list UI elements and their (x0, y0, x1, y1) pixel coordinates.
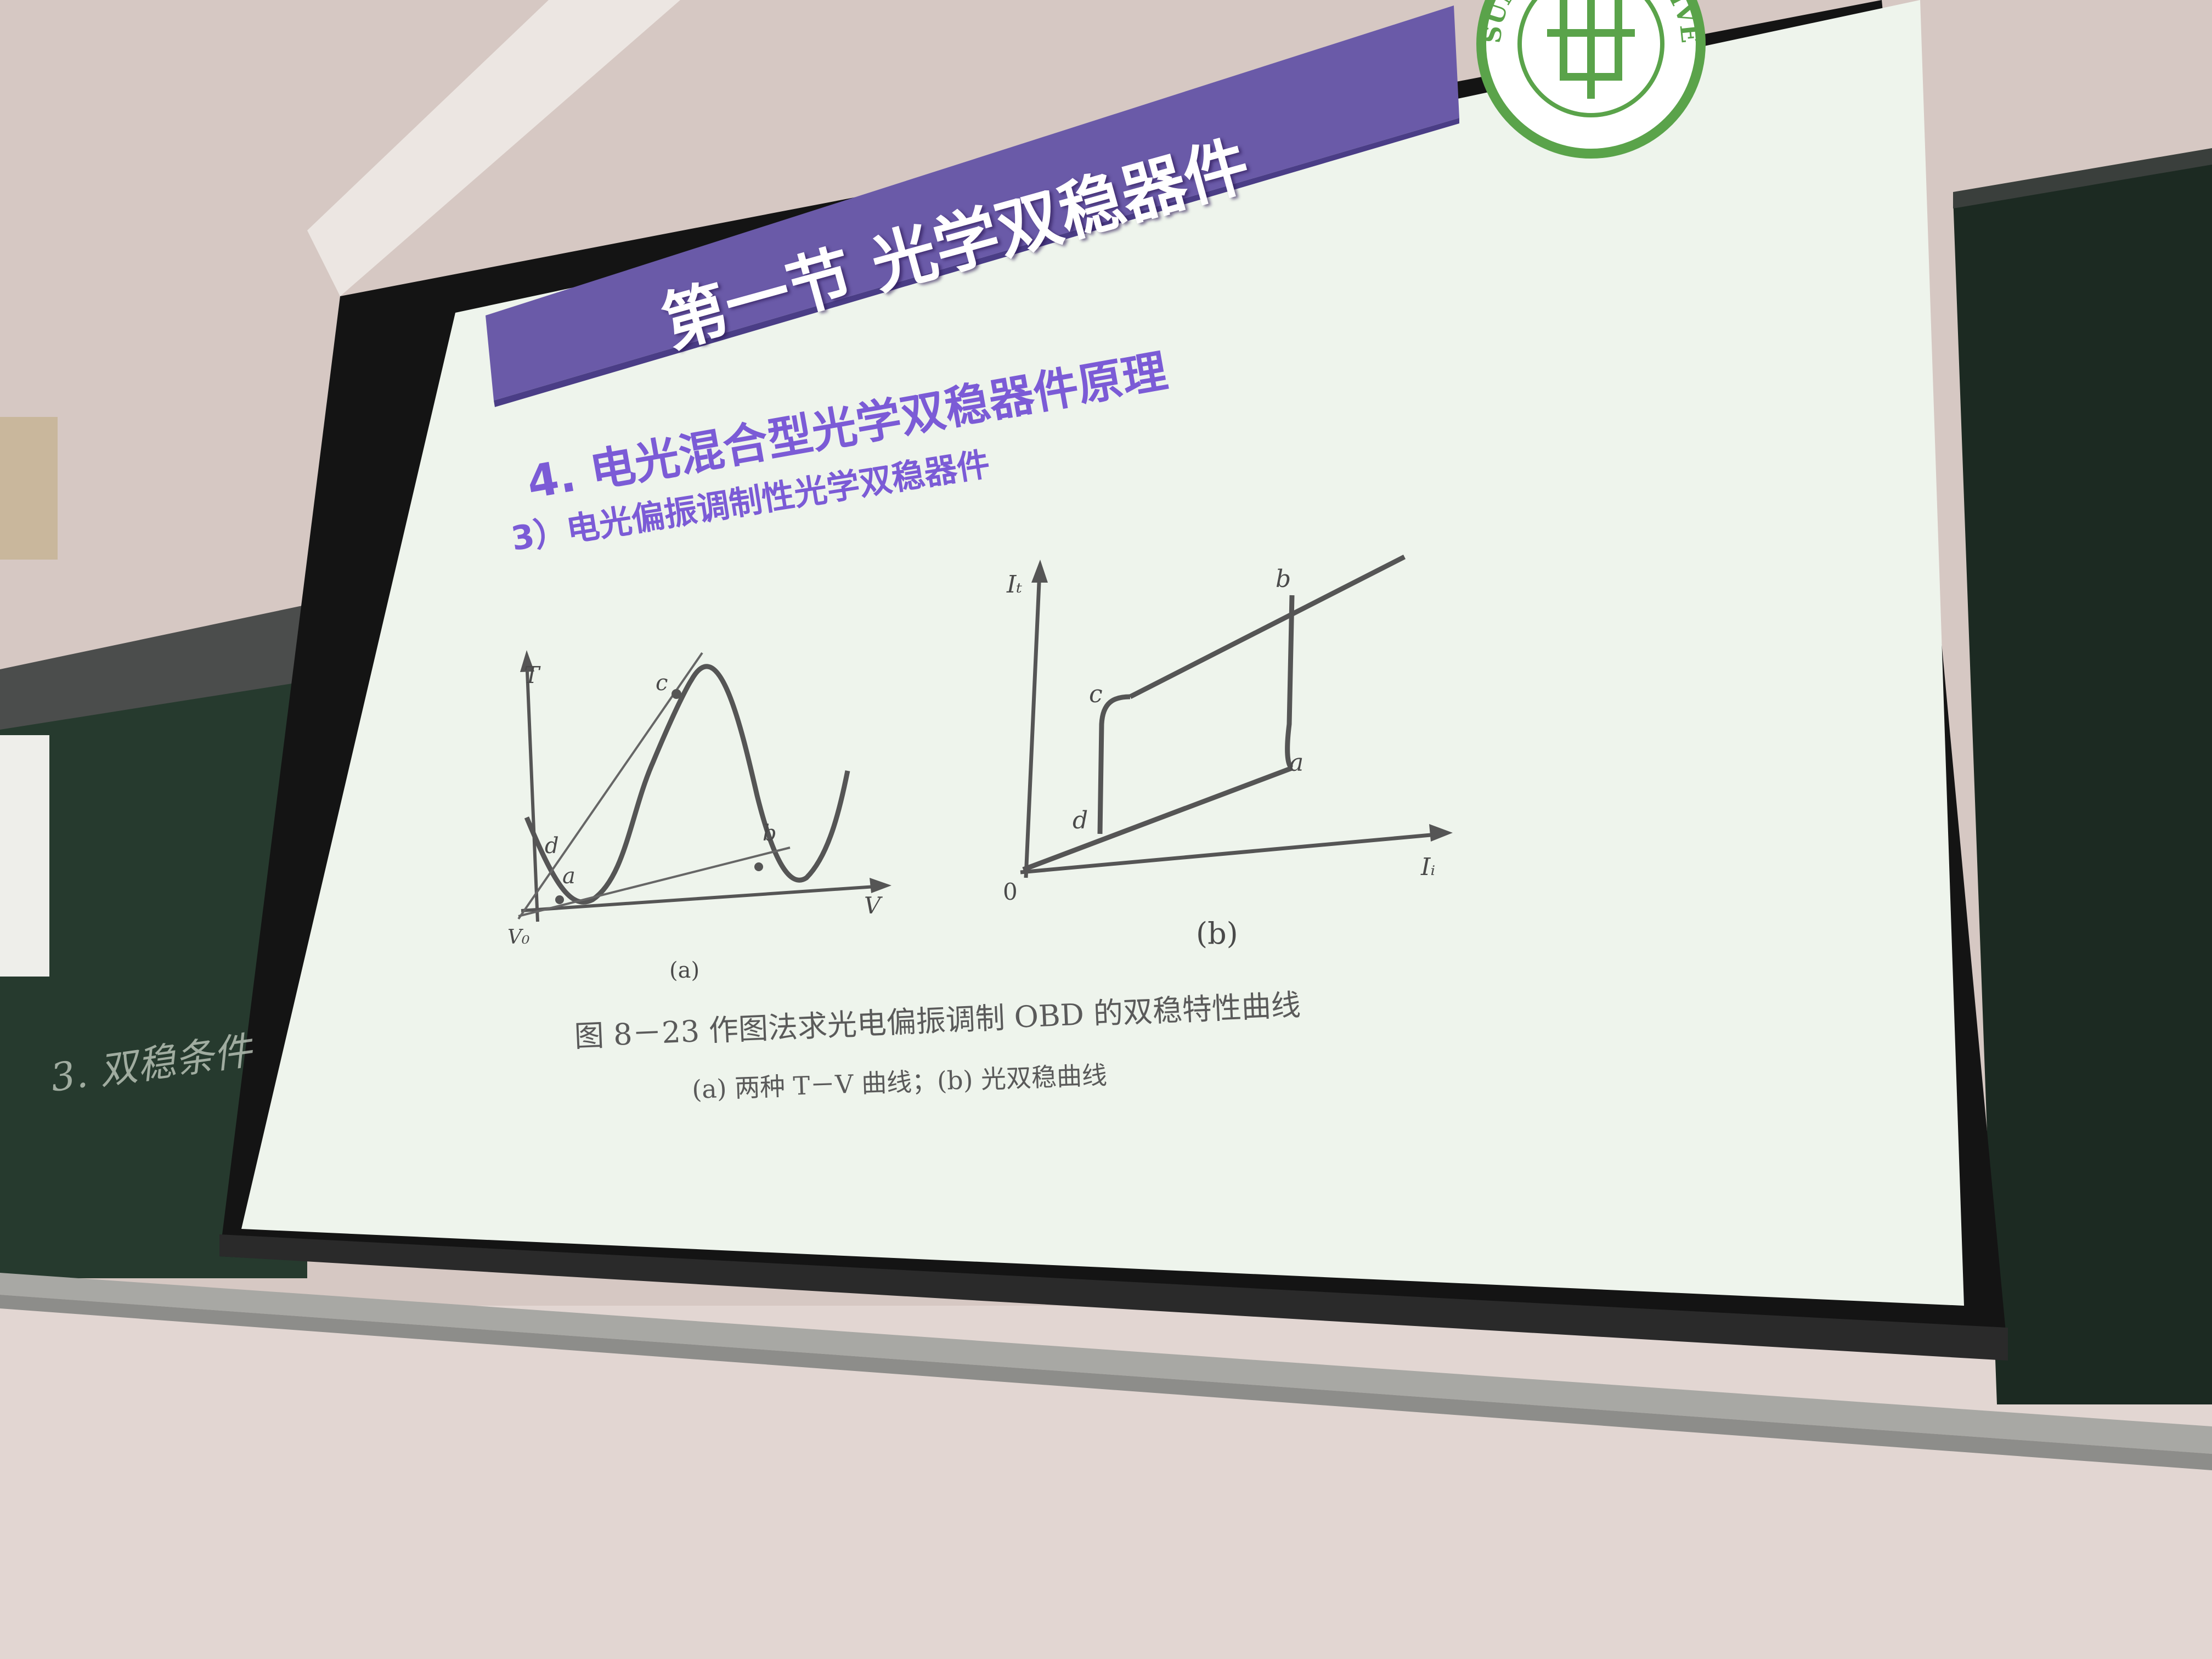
panel-a-point-b (754, 862, 763, 871)
panel-a-point-a-label: a (562, 864, 575, 889)
panel-a-point-c-label: c (656, 670, 668, 696)
notice-paper (0, 735, 49, 977)
panel-b-label: (b) (1196, 916, 1238, 951)
panel-b-point-a-label: a (1289, 749, 1304, 777)
panel-b-point-d-label: d (1073, 806, 1088, 834)
panel-a-axis-y-label: T (524, 662, 541, 689)
classroom-scene: SUN YAT-SEN UNIVERSITY T V V₀ c d a b (a… (0, 0, 2212, 1659)
panel-b-point-c-label: c (1089, 680, 1103, 708)
panel-a-point-c (672, 689, 681, 699)
panel-a-origin-label: V₀ (507, 926, 529, 949)
wall-speaker (0, 417, 58, 560)
panel-a-point-a (555, 895, 564, 904)
panel-b-axis-x-label: Iᵢ (1420, 853, 1435, 881)
panel-b-origin-label: 0 (1003, 878, 1018, 905)
panel-a-point-b-label: b (763, 821, 777, 846)
panel-a-point-d-label: d (545, 833, 559, 859)
panel-a-label: (a) (669, 958, 699, 983)
panel-b-axis-y-label: Iₜ (1006, 571, 1022, 599)
panel-a-axis-x-label: V (864, 892, 883, 919)
panel-b-point-b-label: b (1276, 565, 1291, 593)
